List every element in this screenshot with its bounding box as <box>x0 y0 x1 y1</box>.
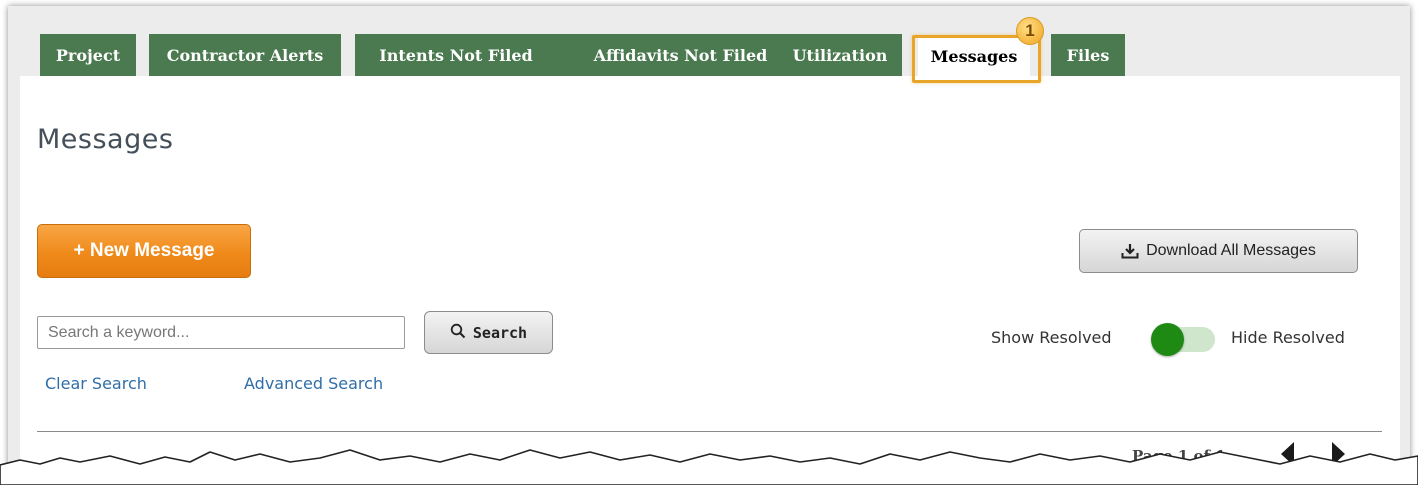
torn-edge <box>0 449 1418 485</box>
resolved-toggle[interactable] <box>1151 323 1215 356</box>
tab-utilization[interactable]: Utilization <box>778 34 902 76</box>
tab-affidavits-not-filed[interactable]: Affidavits Not Filed <box>556 34 805 76</box>
advanced-search-link[interactable]: Advanced Search <box>244 374 383 393</box>
clear-search-link[interactable]: Clear Search <box>45 374 147 393</box>
download-all-messages-label: Download All Messages <box>1146 242 1316 259</box>
new-message-button[interactable]: + New Message <box>37 224 251 278</box>
toggle-knob <box>1151 323 1184 356</box>
tab-contractor-alerts[interactable]: Contractor Alerts <box>149 34 341 76</box>
search-button[interactable]: Search <box>424 311 553 354</box>
content-panel <box>20 76 1400 485</box>
search-input[interactable] <box>37 316 405 349</box>
tab-project[interactable]: Project <box>40 34 136 76</box>
callout-badge: 1 <box>1016 17 1044 45</box>
search-button-label: Search <box>472 323 528 342</box>
show-resolved-label: Show Resolved <box>991 328 1112 347</box>
download-icon <box>1121 243 1139 259</box>
page-title: Messages <box>37 124 174 155</box>
tab-files[interactable]: Files <box>1051 34 1125 76</box>
download-all-messages-button[interactable]: Download All Messages <box>1079 229 1358 273</box>
tab-intents-not-filed[interactable]: Intents Not Filed <box>355 34 557 76</box>
hide-resolved-label: Hide Resolved <box>1231 328 1345 347</box>
divider <box>37 431 1382 432</box>
search-icon <box>450 323 466 343</box>
